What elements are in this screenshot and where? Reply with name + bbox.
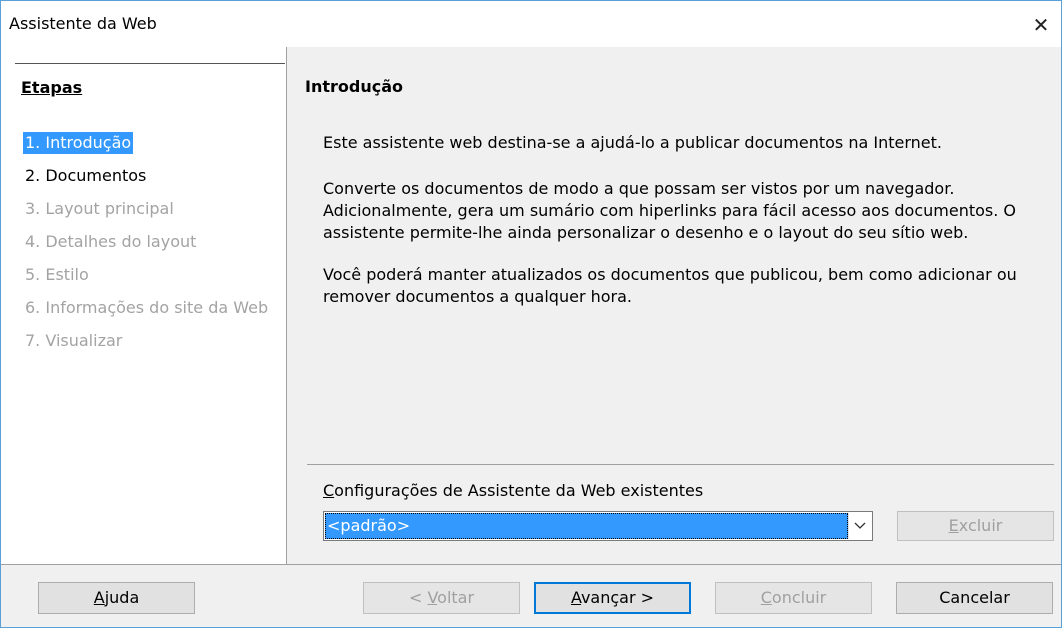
page-title: Introdução <box>305 77 403 96</box>
help-label: juda <box>104 588 140 607</box>
back-label: oltar <box>437 588 475 607</box>
title-bar: Assistente da Web ✕ <box>1 1 1061 47</box>
config-divider <box>307 464 1054 465</box>
intro-paragraph-2: Converte os documentos de modo a que pos… <box>323 179 1016 242</box>
config-label: Configurações de Assistente da Web exist… <box>323 481 703 500</box>
finish-button[interactable]: Concluir <box>715 582 872 614</box>
config-label-text: onfigurações de Assistente da Web existe… <box>334 481 704 500</box>
delete-accel: E <box>948 516 959 535</box>
main-panel: Introdução Este assistente web destina-s… <box>287 47 1061 564</box>
steps-sidebar: Etapas 1. Introdução 2. Documentos 3. Layo… <box>1 47 287 564</box>
finish-accel: C <box>760 588 772 607</box>
window-title: Assistente da Web <box>9 14 157 33</box>
back-button[interactable]: < Voltar <box>363 582 520 614</box>
step-2[interactable]: 2. Documentos <box>23 165 148 187</box>
config-select-value: <padrão> <box>325 513 848 539</box>
step-7: 7. Visualizar <box>25 331 123 350</box>
next-label: vançar > <box>580 588 655 607</box>
delete-button[interactable]: Excluir <box>897 511 1054 541</box>
config-label-accel: C <box>323 481 335 500</box>
help-accel: A <box>93 588 105 607</box>
help-button[interactable]: Ajuda <box>38 582 195 614</box>
back-accel: V <box>427 588 438 607</box>
back-prefix: < <box>408 588 428 607</box>
step-6: 6. Informações do site da Web <box>25 298 269 317</box>
intro-paragraph-1: Este assistente web destina-se a ajudá-l… <box>323 133 942 152</box>
next-accel: A <box>570 588 581 607</box>
step-4: 4. Detalhes do layout <box>25 232 197 251</box>
web-wizard-dialog: Assistente da Web ✕ Etapas 1. Introdução… <box>0 0 1062 628</box>
sidebar-divider <box>15 63 285 64</box>
chevron-down-icon[interactable] <box>848 513 871 539</box>
footer-divider <box>1 564 1061 565</box>
next-button[interactable]: Avançar > <box>534 582 691 614</box>
step-1[interactable]: 1. Introdução <box>23 132 134 154</box>
step-5: 5. Estilo <box>25 265 89 284</box>
finish-label: oncluir <box>771 588 827 607</box>
close-icon[interactable]: ✕ <box>1021 9 1061 41</box>
intro-paragraph-3: Você poderá manter atualizados os docume… <box>323 265 1017 306</box>
delete-label: xcluir <box>958 516 1003 535</box>
step-3: 3. Layout principal <box>25 199 174 218</box>
cancel-button[interactable]: Cancelar <box>896 582 1053 614</box>
config-select[interactable]: <padrão> <box>323 511 873 541</box>
steps-heading: Etapas <box>21 78 83 97</box>
